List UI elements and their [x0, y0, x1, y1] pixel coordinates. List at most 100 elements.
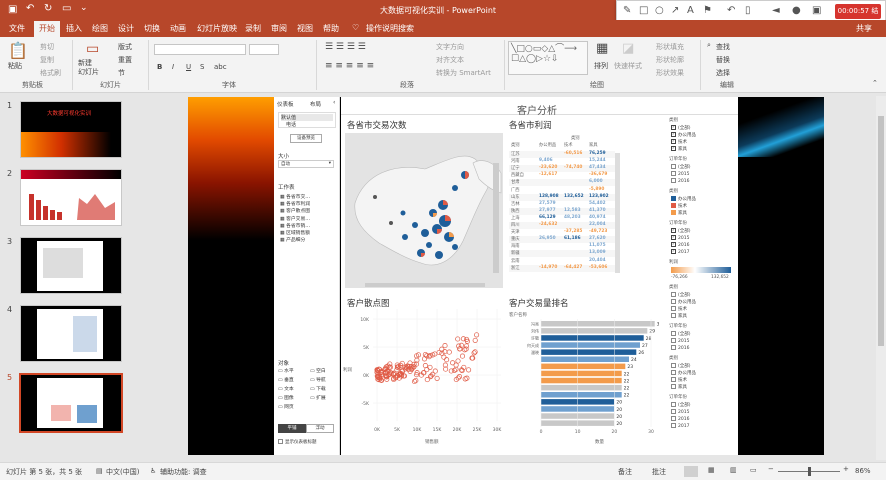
filter-item[interactable]: 2015	[671, 171, 689, 177]
find-button[interactable]: 查找	[716, 42, 730, 52]
tab-animations[interactable]: 动画	[170, 23, 186, 34]
sheet-item[interactable]: ▦ 各省市利润	[280, 200, 310, 207]
checkbox[interactable]: ✓	[671, 248, 676, 254]
checkbox[interactable]	[671, 377, 676, 382]
slide-canvas[interactable]: 仪表板 布局 ‹ 默认值 电话 设备预览 大小 自动 ▾ 工作表 ▦ 各省市交… ▦…	[188, 97, 824, 455]
filter-item[interactable]: ✓ 家具	[671, 145, 687, 152]
text-icon[interactable]: A	[687, 5, 694, 16]
notes-button[interactable]: 备注	[618, 467, 632, 477]
format-painter-button[interactable]: 格式刷	[40, 68, 61, 78]
object-item[interactable]: ▭ 导航	[310, 376, 326, 383]
slide-thumb-3[interactable]	[20, 237, 122, 294]
tab-file[interactable]: 文件	[9, 23, 25, 34]
speaker-icon[interactable]: ◄	[772, 5, 780, 16]
checkbox[interactable]	[671, 292, 676, 297]
checkbox[interactable]	[671, 313, 676, 318]
vertical-scrollbar[interactable]	[876, 96, 886, 460]
rank-bar[interactable]	[541, 370, 622, 377]
customize-qat-icon[interactable]: ⌄	[80, 3, 88, 13]
tab-view[interactable]: 视图	[297, 23, 313, 34]
tab-record[interactable]: 录制	[245, 23, 261, 34]
zoom-slider[interactable]	[778, 467, 840, 476]
sheet-item[interactable]: ▦ 区域销售额	[280, 229, 310, 236]
strikethrough-button[interactable]: S	[200, 63, 204, 71]
sheet-item[interactable]: ▦ 客户交易…	[280, 215, 310, 222]
reading-view-icon[interactable]: ▥	[730, 466, 737, 474]
present-icon[interactable]: ▭	[62, 3, 71, 14]
recording-timer[interactable]: 00:00:57 结束	[835, 4, 881, 30]
device-preview-button[interactable]: 设备预览	[290, 134, 322, 143]
checkbox[interactable]	[671, 164, 676, 169]
filter-item[interactable]: 2016	[671, 416, 689, 422]
checkbox[interactable]: ✓	[671, 138, 676, 144]
rank-bar-chart[interactable]: 冯亮31刘伟29许敬28何天成27潘晓262423222222222020202…	[509, 319, 659, 443]
tab-design[interactable]: 设计	[118, 23, 134, 34]
section-button[interactable]: 节	[118, 68, 125, 78]
bullets-icon[interactable]: ☰ ☰ ☰ ☰	[325, 42, 366, 52]
rank-bar[interactable]	[541, 321, 655, 327]
device-phone[interactable]: 电话	[286, 121, 296, 128]
sheet-item[interactable]: ▦ 各省市交…	[280, 193, 310, 200]
tab-draw[interactable]: 绘图	[92, 23, 108, 34]
highlighter-icon[interactable]: ⚑	[703, 5, 712, 16]
rank-bar[interactable]	[541, 363, 626, 370]
tiled-button[interactable]: 平铺	[278, 424, 306, 433]
filter-item[interactable]: 办公用品	[671, 370, 696, 376]
slideshow-view-icon[interactable]: ▭	[750, 466, 757, 474]
checkbox[interactable]	[671, 338, 676, 343]
show-title-checkbox[interactable]: 显示仪表板标题	[278, 439, 317, 445]
filter-item[interactable]: 技术	[671, 377, 687, 383]
checkbox[interactable]	[671, 331, 676, 336]
font-size-dropdown[interactable]	[249, 44, 279, 55]
language[interactable]: 中文(中国)	[106, 467, 139, 477]
rank-bar[interactable]	[541, 328, 648, 334]
checkbox[interactable]	[671, 178, 676, 183]
arrange-icon[interactable]: ▦	[596, 41, 608, 56]
scatter-plot[interactable]: 10K 5K 0K -5K 0K 5K 10K 15K 20K 25K 30K	[355, 309, 505, 437]
shape-effects-button[interactable]: 形状效果	[656, 68, 684, 78]
filter-item[interactable]: ✓ 2017	[671, 248, 689, 255]
checkbox[interactable]	[278, 439, 283, 444]
new-slide-icon[interactable]: ▭	[86, 41, 99, 57]
copy-button[interactable]: 复制	[40, 55, 54, 65]
collapse-icon[interactable]: ‹	[333, 99, 335, 106]
autosave-icon[interactable]: ▣	[8, 4, 17, 15]
tell-me-search[interactable]: 操作说明搜索	[366, 23, 414, 34]
filter-item[interactable]: 2015	[671, 409, 689, 415]
floating-button[interactable]: 浮动	[306, 424, 334, 433]
checkbox[interactable]	[671, 370, 676, 375]
filter-item[interactable]: 技术	[671, 306, 687, 312]
object-item[interactable]: ▭ 网页	[278, 403, 294, 410]
circle-icon[interactable]: ○	[655, 5, 664, 16]
camera-icon[interactable]: ▣	[812, 5, 821, 16]
zoom-in-icon[interactable]: +	[843, 465, 849, 473]
arrow-icon[interactable]: ↗	[671, 5, 679, 16]
cut-button[interactable]: 剪切	[40, 42, 54, 52]
checkbox[interactable]: ✓	[671, 145, 676, 151]
checkbox[interactable]: ✓	[671, 131, 676, 137]
collapse-ribbon-icon[interactable]: ⌃	[872, 79, 878, 87]
rank-bar[interactable]	[541, 384, 622, 391]
quick-styles-button[interactable]: 快速样式	[614, 61, 642, 71]
checkbox[interactable]	[671, 299, 676, 304]
object-item[interactable]: ▭ 扩展	[310, 394, 326, 401]
mic-icon[interactable]: ●	[792, 5, 801, 16]
zoom-level[interactable]: 86%	[855, 467, 871, 475]
filter-item[interactable]: 家具	[671, 384, 687, 390]
sorter-view-icon[interactable]: ▦	[708, 466, 715, 474]
tab-home[interactable]: 开始	[34, 21, 60, 37]
normal-view-icon[interactable]	[684, 466, 698, 477]
sheet-item[interactable]: ▦ 产品细分	[280, 236, 305, 243]
profit-table[interactable]: 类别 类别 办公用品 技术 家具 江苏 -60,516 76,259 河南 9,406 15,24…	[509, 133, 621, 285]
shadow-button[interactable]: abc	[214, 63, 227, 71]
clear-icon[interactable]: ▯	[745, 5, 751, 16]
paste-icon[interactable]: 📋	[8, 41, 28, 60]
slide-thumb-2[interactable]	[20, 169, 122, 226]
checkbox[interactable]: ✓	[671, 241, 676, 247]
accessibility-status[interactable]: 辅助功能: 调查	[160, 467, 207, 477]
slide-thumb-4[interactable]	[20, 305, 122, 362]
tab-transitions[interactable]: 切换	[144, 23, 160, 34]
shapes-gallery[interactable]: ╲□○▭◇△⌒⟶ ☐△◯▷☆⇩	[508, 41, 588, 75]
quick-styles-icon[interactable]: ◪	[622, 41, 634, 56]
tab-review[interactable]: 审阅	[271, 23, 287, 34]
